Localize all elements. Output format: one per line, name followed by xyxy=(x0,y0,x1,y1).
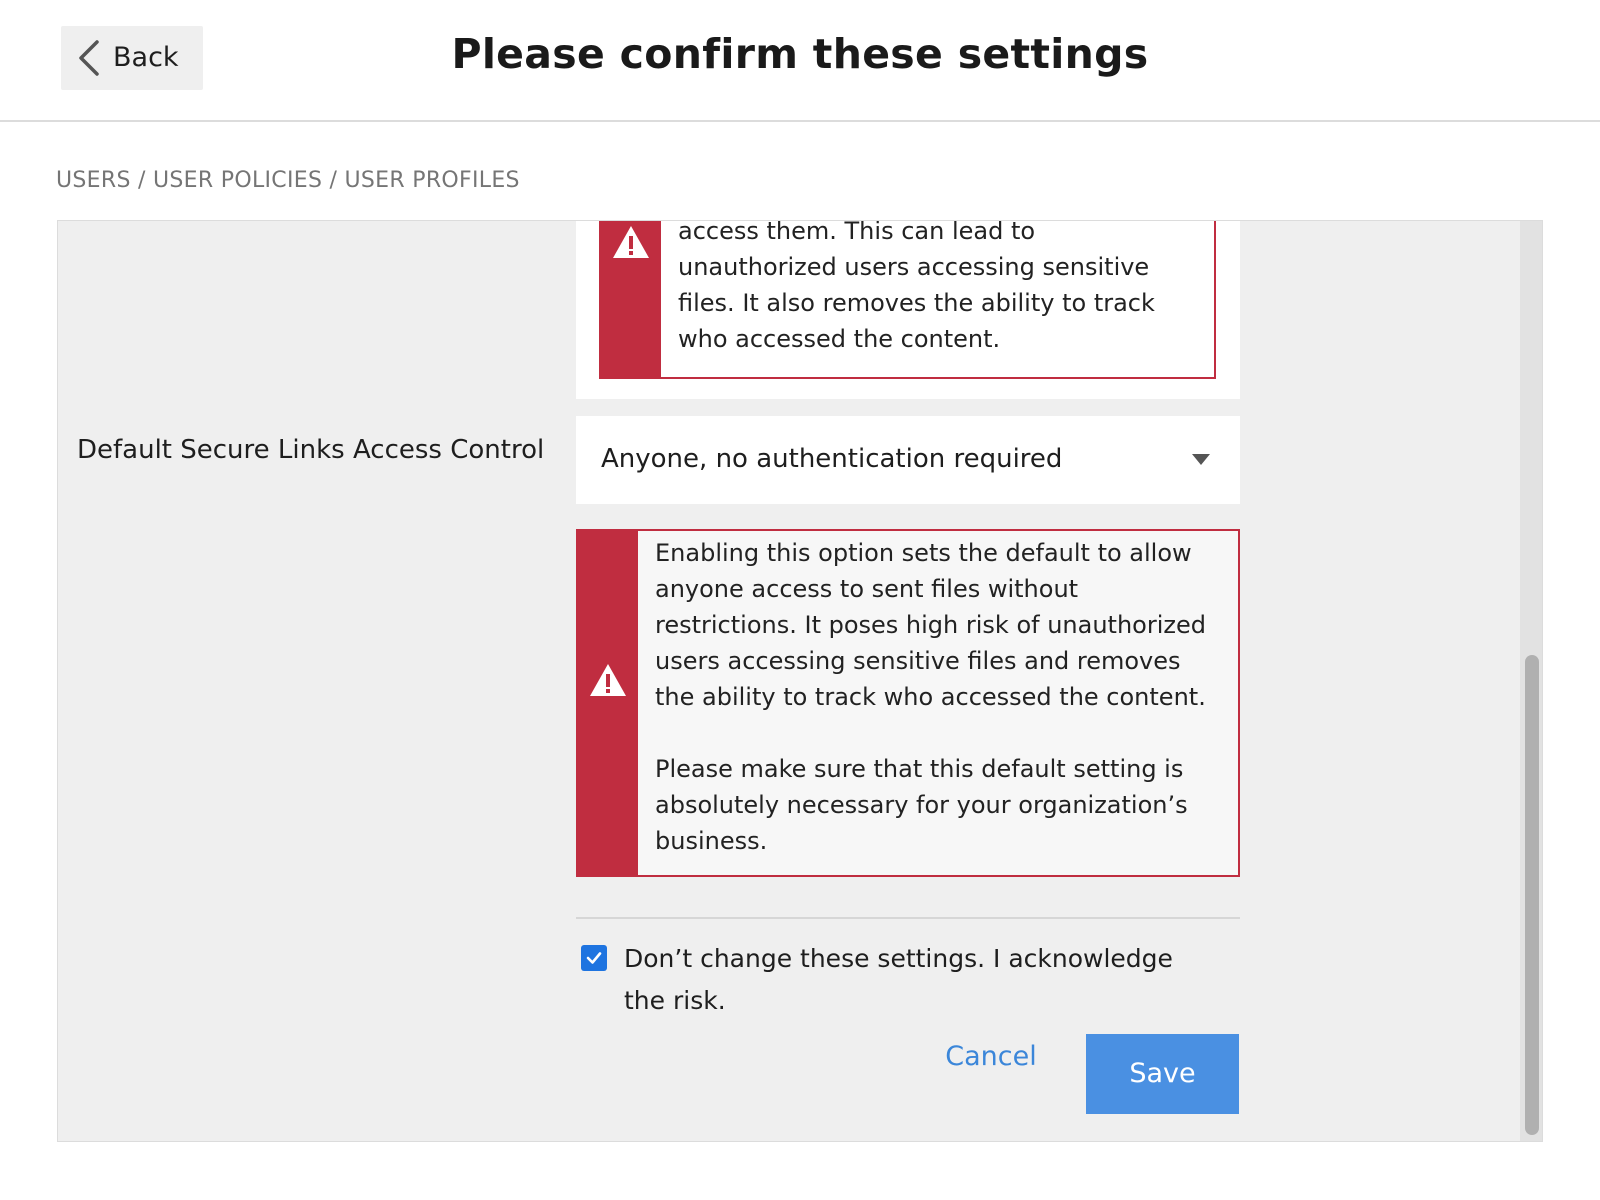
warning-triangle-icon xyxy=(590,664,626,696)
caret-down-icon xyxy=(1192,454,1210,465)
header-bar: Back Please confirm these settings xyxy=(0,0,1600,122)
select-value: Anyone, no authentication required xyxy=(601,444,1063,474)
acknowledge-label: Don’t change these settings. I acknowled… xyxy=(624,944,1173,1015)
save-button[interactable]: Save xyxy=(1086,1034,1239,1114)
previous-setting-card: access them. This can lead to unauthoriz… xyxy=(576,220,1240,399)
cancel-button[interactable]: Cancel xyxy=(936,1033,1046,1081)
warning-box: Enabling this option sets the default to… xyxy=(576,529,1240,877)
page-title: Please confirm these settings xyxy=(451,30,1149,78)
breadcrumb: USERS / USER POLICIES / USER PROFILES xyxy=(56,168,520,193)
previous-warning-box: access them. This can lead to unauthoriz… xyxy=(599,220,1216,379)
warning-triangle-icon xyxy=(613,226,649,258)
scrollbar[interactable] xyxy=(1520,221,1542,1141)
scrollbar-thumb[interactable] xyxy=(1525,655,1539,1135)
settings-panel: access them. This can lead to unauthoriz… xyxy=(57,220,1543,1142)
acknowledge-checkbox[interactable] xyxy=(581,945,607,971)
access-control-select[interactable]: Anyone, no authentication required xyxy=(576,416,1240,504)
warning-strip xyxy=(601,221,661,377)
warning-text: Enabling this option sets the default to… xyxy=(655,539,1206,855)
divider xyxy=(576,917,1240,919)
field-label: Default Secure Links Access Control xyxy=(77,435,545,465)
previous-warning-text: access them. This can lead to unauthoriz… xyxy=(678,220,1155,353)
checkmark-icon xyxy=(586,952,602,964)
warning-strip xyxy=(578,531,638,875)
